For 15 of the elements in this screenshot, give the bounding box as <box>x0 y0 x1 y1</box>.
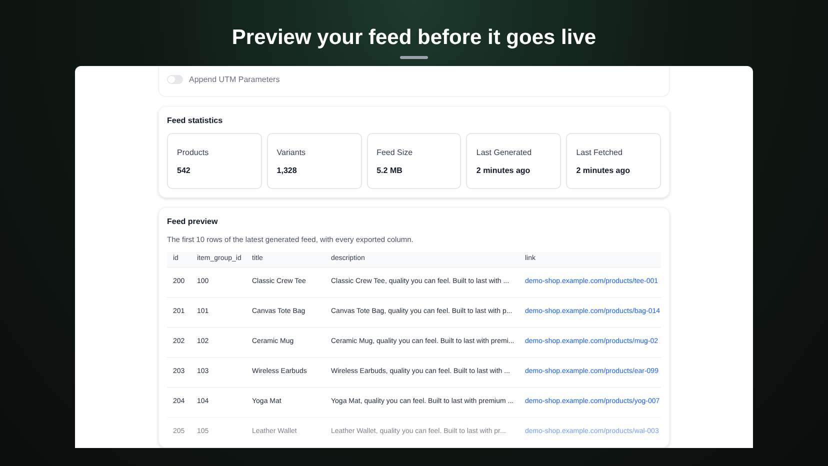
stat-label: Feed Size <box>376 146 414 159</box>
stat-label: Products <box>177 146 210 159</box>
stat-value: 542 <box>177 164 192 177</box>
stat-label: Last Fetched <box>576 146 624 159</box>
underline-bar <box>400 56 428 59</box>
section-title: Feed statistics <box>167 114 224 127</box>
stat-value: 2 minutes ago <box>576 164 631 177</box>
stat-label: Last Generated <box>476 146 533 159</box>
stat-value: 5.2 MB <box>376 164 404 177</box>
stat-value: 2 minutes ago <box>476 164 532 177</box>
stat-value: 1,328 <box>276 164 298 177</box>
headline: Preview your feed before it goes live <box>232 25 596 51</box>
stat-label: Variants <box>276 146 307 159</box>
section-title: Feed preview <box>167 216 219 228</box>
toggle-label: Append UTM Parameters <box>189 75 280 84</box>
